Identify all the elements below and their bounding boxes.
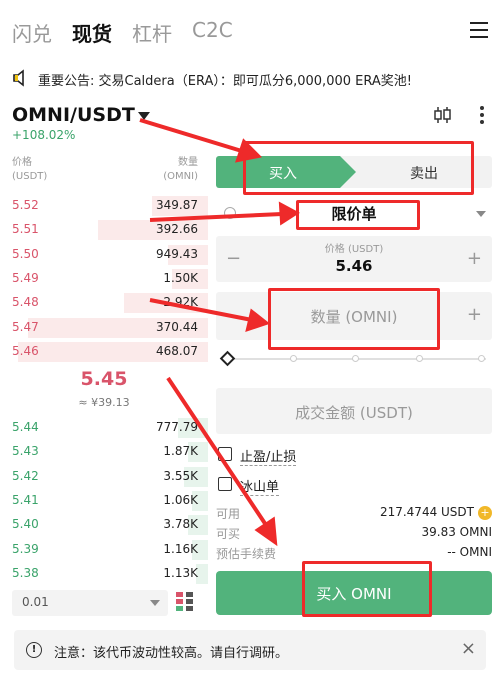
orderbook-amount-header: 数量 (OMNI)	[163, 157, 198, 182]
orderbook-price: 5.39	[12, 541, 39, 556]
highlight-submit	[302, 561, 432, 617]
orderbook-price: 5.44	[12, 420, 39, 434]
speaker-icon	[13, 69, 24, 87]
bid-row[interactable]: 5.39 1.16K	[0, 538, 208, 562]
pair-selector[interactable]: OMNI/USDT	[12, 104, 135, 126]
candlestick-icon[interactable]	[432, 106, 452, 124]
orderbook-amount: 1.13K	[163, 565, 198, 580]
ask-row[interactable]: 5.47 370.44	[0, 316, 208, 340]
info-icon: !	[26, 642, 42, 658]
bid-row[interactable]: 5.42 3.55K	[0, 465, 208, 489]
orderbook-price: 5.42	[12, 468, 39, 483]
bid-row[interactable]: 5.41 1.06K	[0, 489, 208, 513]
bid-row[interactable]: 5.43 1.87K	[0, 440, 208, 464]
orderbook-amount: 1.50K	[163, 270, 198, 285]
top-tabs: 闪兑 现货 杠杆 C2C	[0, 0, 500, 62]
chevron-down-icon	[476, 211, 486, 217]
orderbook-price: 5.51	[12, 222, 39, 237]
last-price-cny: ≈ ¥39.13	[78, 396, 130, 409]
tab-margin[interactable]: 杠杆	[132, 18, 172, 47]
last-price: 5.45	[80, 368, 128, 390]
tab-flash-swap[interactable]: 闪兑	[12, 18, 52, 47]
orderbook-amount: 3.78K	[163, 517, 198, 532]
can-buy-row: 可买 39.83 OMNI	[216, 525, 492, 541]
orderbook-amount: 370.44	[156, 319, 198, 334]
price-increment-button[interactable]: +	[467, 248, 482, 269]
tab-c2c[interactable]: C2C	[192, 18, 233, 42]
orderbook-amount: 468.07	[156, 343, 198, 358]
orderbook-price: 5.50	[12, 246, 39, 261]
orderbook-amount: 949.43	[156, 246, 198, 261]
announcement-text: 重要公告: 交易Caldera（ERA）：即可瓜分6,000,000 ERA奖池…	[38, 74, 412, 89]
orderbook-price: 5.40	[12, 517, 39, 532]
ask-row[interactable]: 5.48 2.92K	[0, 291, 208, 315]
tab-spot[interactable]: 现货	[72, 18, 112, 47]
layout-icon[interactable]	[176, 592, 194, 612]
orderbook-amount: 3.55K	[163, 468, 198, 483]
percentage-slider[interactable]	[219, 350, 486, 367]
bid-row[interactable]: 5.44 777.79	[0, 416, 208, 440]
available-row: 可用 217.4744 USDT +	[216, 504, 492, 522]
orderbook-price: 5.49	[12, 270, 39, 285]
orderbook-amount: 349.87	[156, 198, 198, 212]
orderbook-amount: 1.16K	[163, 541, 198, 556]
menu-icon[interactable]	[470, 22, 488, 38]
ask-row[interactable]: 5.52 349.87	[0, 194, 208, 218]
coin-icon[interactable]: +	[478, 505, 492, 520]
highlight-quantity	[268, 288, 440, 350]
price-input[interactable]: − 价格 (USDT) 5.46 +	[216, 236, 492, 282]
orderbook-price: 5.48	[12, 295, 39, 310]
quantity-increment-button[interactable]: +	[467, 304, 482, 325]
highlight-order-type	[296, 200, 420, 230]
tp-sl-checkbox[interactable]: 止盈/止损	[218, 444, 418, 466]
risk-notice: ! 注意：该代币波动性较高。请自行调研。 ×	[14, 630, 486, 670]
orderbook-price: 5.47	[12, 319, 39, 334]
ask-row[interactable]: 5.50 949.43	[0, 243, 208, 267]
ask-row[interactable]: 5.49 1.50K	[0, 267, 208, 291]
ask-row[interactable]: 5.46 468.07	[0, 340, 208, 364]
orderbook-amount: 777.79	[156, 420, 198, 434]
orderbook-price: 5.38	[12, 565, 39, 580]
orderbook-price: 5.46	[12, 343, 39, 358]
chevron-down-icon	[150, 600, 160, 606]
depth-precision-select[interactable]: 0.01	[12, 590, 168, 616]
bid-row[interactable]: 5.40 3.78K	[0, 513, 208, 537]
orderbook-price-header: 价格 (USDT)	[12, 157, 48, 182]
orderbook-price: 5.41	[12, 492, 39, 507]
ask-row[interactable]: 5.51 392.66	[0, 218, 208, 242]
bid-row[interactable]: 5.38 1.13K	[0, 562, 208, 586]
chevron-down-icon[interactable]	[138, 112, 150, 120]
fee-row: 预估手续费 -- OMNI	[216, 545, 492, 561]
orderbook-amount: 1.87K	[163, 444, 198, 459]
pair-change: +108.02%	[12, 128, 76, 142]
orderbook-amount: 1.06K	[163, 492, 198, 507]
orderbook-amount: 2.92K	[163, 295, 198, 310]
more-icon[interactable]	[474, 106, 490, 124]
announcement-bar[interactable]: 重要公告: 交易Caldera（ERA）：即可瓜分6,000,000 ERA奖池…	[0, 62, 500, 96]
close-icon[interactable]: ×	[461, 638, 476, 659]
slider-handle[interactable]	[219, 350, 236, 367]
orderbook-amount: 392.66	[156, 222, 198, 237]
iceberg-checkbox[interactable]: 冰山单	[218, 474, 418, 496]
orderbook-price: 5.43	[12, 444, 39, 459]
highlight-buy-sell	[243, 141, 474, 195]
orderbook-price: 5.52	[12, 198, 39, 212]
amount-input[interactable]: 成交金额 (USDT)	[216, 388, 492, 434]
